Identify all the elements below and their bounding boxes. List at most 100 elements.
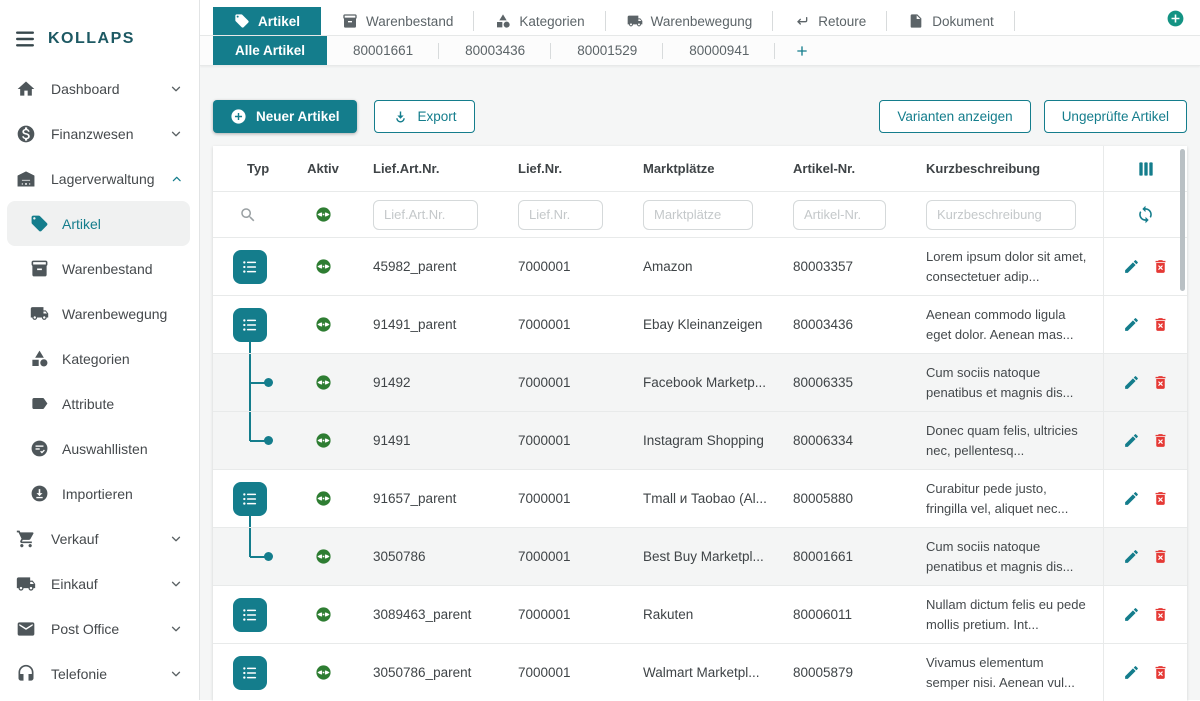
active-status-icon[interactable] [315,490,332,507]
column-header-aktiv[interactable]: Aktiv [283,161,363,176]
sidebar-item-einkauf[interactable]: Einkauf [0,561,199,606]
delete-icon[interactable] [1152,490,1169,507]
table-row[interactable]: 45982_parent 7000001 Amazon 80003357 Lor… [213,237,1187,295]
column-header-kurz[interactable]: Kurzbeschreibung [916,161,1103,176]
sidebar-item-verkauf[interactable]: Verkauf [0,516,199,561]
tab-kategorien[interactable]: Kategorien [474,7,605,35]
delete-icon[interactable] [1152,548,1169,565]
edit-icon[interactable] [1123,664,1140,681]
table-row[interactable]: 3089463_parent 7000001 Rakuten 80006011 … [213,585,1187,643]
table-row[interactable]: 3050786_parent 7000001 Walmart Marketpl.… [213,643,1187,701]
active-status-icon[interactable] [315,548,332,565]
new-article-button[interactable]: Neuer Artikel [213,100,357,133]
sidebar-subitem-warenbewegung[interactable]: Warenbewegung [0,291,199,336]
cell-aktiv [283,432,363,449]
delete-icon[interactable] [1152,432,1169,449]
edit-icon[interactable] [1123,258,1140,275]
delete-icon[interactable] [1152,316,1169,333]
subtab-80000941[interactable]: 80000941 [663,36,775,65]
table-row[interactable]: 91492 7000001 Facebook Marketp... 800063… [213,353,1187,411]
column-header-artikel-nr[interactable]: Artikel-Nr. [783,161,916,176]
column-header-marktplaetze[interactable]: Marktplätze [633,161,783,176]
subtab-80001661[interactable]: 80001661 [327,36,439,65]
active-status-icon[interactable] [315,258,332,275]
sidebar-item-dashboard[interactable]: Dashboard [0,66,199,111]
delete-icon[interactable] [1152,374,1169,391]
cell-kurzbeschreibung: Cum sociis natoque penatibus et magnis d… [916,363,1103,402]
list-icon [240,489,260,509]
sidebar-item-post-office[interactable]: Post Office [0,606,199,651]
column-header-actions [1103,146,1187,191]
sidebar-subitem-warenbestand[interactable]: Warenbestand [0,246,199,291]
cell-typ [213,296,283,353]
table-row[interactable]: 91657_parent 7000001 Tmall и Taobao (Al.… [213,469,1187,527]
sidebar-subitem-attribute[interactable]: Attribute [0,381,199,426]
edit-icon[interactable] [1123,548,1140,565]
filter-input-artikel-nr[interactable] [793,200,886,230]
columns-settings-icon[interactable] [1136,159,1156,179]
show-variants-button[interactable]: Varianten anzeigen [879,100,1030,133]
filter-input-kurzbeschreibung[interactable] [926,200,1076,230]
add-article-tab-icon[interactable] [775,36,829,65]
parent-article-icon[interactable] [233,250,267,284]
active-status-icon[interactable] [315,664,332,681]
tab-retoure[interactable]: Retoure [773,7,887,35]
edit-icon[interactable] [1123,432,1140,449]
tag-icon [234,13,250,29]
filter-input-lief-nr[interactable] [518,200,603,230]
delete-icon[interactable] [1152,606,1169,623]
edit-icon[interactable] [1123,606,1140,623]
subtab-80001529[interactable]: 80001529 [551,36,663,65]
chevron-down-icon [169,667,183,681]
cell-typ [213,528,283,585]
sidebar-subitem-artikel[interactable]: Artikel [7,201,190,246]
menu-icon[interactable] [16,31,34,47]
filter-input-lief-art-nr[interactable] [373,200,478,230]
module-tabbar: Artikel Warenbestand Kategorien Warenbew… [200,0,1200,36]
unverified-articles-button[interactable]: Ungeprüfte Artikel [1044,100,1187,133]
export-button[interactable]: Export [374,100,475,133]
active-toggle-icon[interactable] [315,206,332,223]
delete-icon[interactable] [1152,258,1169,275]
sidebar-subitem-importieren[interactable]: Importieren [0,471,199,516]
active-status-icon[interactable] [315,432,332,449]
filter-input-marktplaetze[interactable] [643,200,753,230]
edit-icon[interactable] [1123,490,1140,507]
parent-article-icon[interactable] [233,482,267,516]
active-status-icon[interactable] [315,606,332,623]
table-row[interactable]: 91491_parent 7000001 Ebay Kleinanzeigen … [213,295,1187,353]
tab-warenbestand[interactable]: Warenbestand [321,7,474,35]
active-status-icon[interactable] [315,316,332,333]
subtab-alle-artikel[interactable]: Alle Artikel [213,36,327,65]
table-row[interactable]: 3050786 7000001 Best Buy Marketpl... 800… [213,527,1187,585]
sidebar-item-telefonie[interactable]: Telefonie [0,651,199,696]
sidebar-subitem-kategorien[interactable]: Kategorien [0,336,199,381]
parent-article-icon[interactable] [233,598,267,632]
sidebar-item-lagerverwaltung[interactable]: Lagerverwaltung [0,156,199,201]
search-icon[interactable] [239,206,257,224]
tab-dokument[interactable]: Dokument [887,7,1015,35]
table-row[interactable]: 91491 7000001 Instagram Shopping 8000633… [213,411,1187,469]
finance-icon [16,124,36,144]
articles-table: TypAktivLief.Art.Nr.Lief.Nr.MarktplätzeA… [213,146,1187,701]
tab-artikel[interactable]: Artikel [213,7,321,35]
toolbar-left: Neuer Artikel Export [213,100,475,133]
column-header-lief-nr[interactable]: Lief.Nr. [508,161,633,176]
active-status-icon[interactable] [315,374,332,391]
delete-icon[interactable] [1152,664,1169,681]
parent-article-icon[interactable] [233,308,267,342]
column-header-typ[interactable]: Typ [213,161,283,176]
scrollbar-thumb[interactable] [1180,149,1185,291]
sidebar-subitem-auswahllisten[interactable]: Auswahllisten [0,426,199,471]
tab-warenbewegung[interactable]: Warenbewegung [606,7,774,35]
refresh-icon[interactable] [1136,205,1155,224]
column-header-lief-art-nr[interactable]: Lief.Art.Nr. [363,161,508,176]
toolbar: Neuer Artikel Export Varianten anzeigen … [213,100,1187,133]
cell-lief-art-nr: 3050786 [363,549,508,564]
edit-icon[interactable] [1123,316,1140,333]
edit-icon[interactable] [1123,374,1140,391]
add-module-tab-icon[interactable] [1166,9,1185,28]
parent-article-icon[interactable] [233,656,267,690]
sidebar-item-finanzwesen[interactable]: Finanzwesen [0,111,199,156]
subtab-80003436[interactable]: 80003436 [439,36,551,65]
